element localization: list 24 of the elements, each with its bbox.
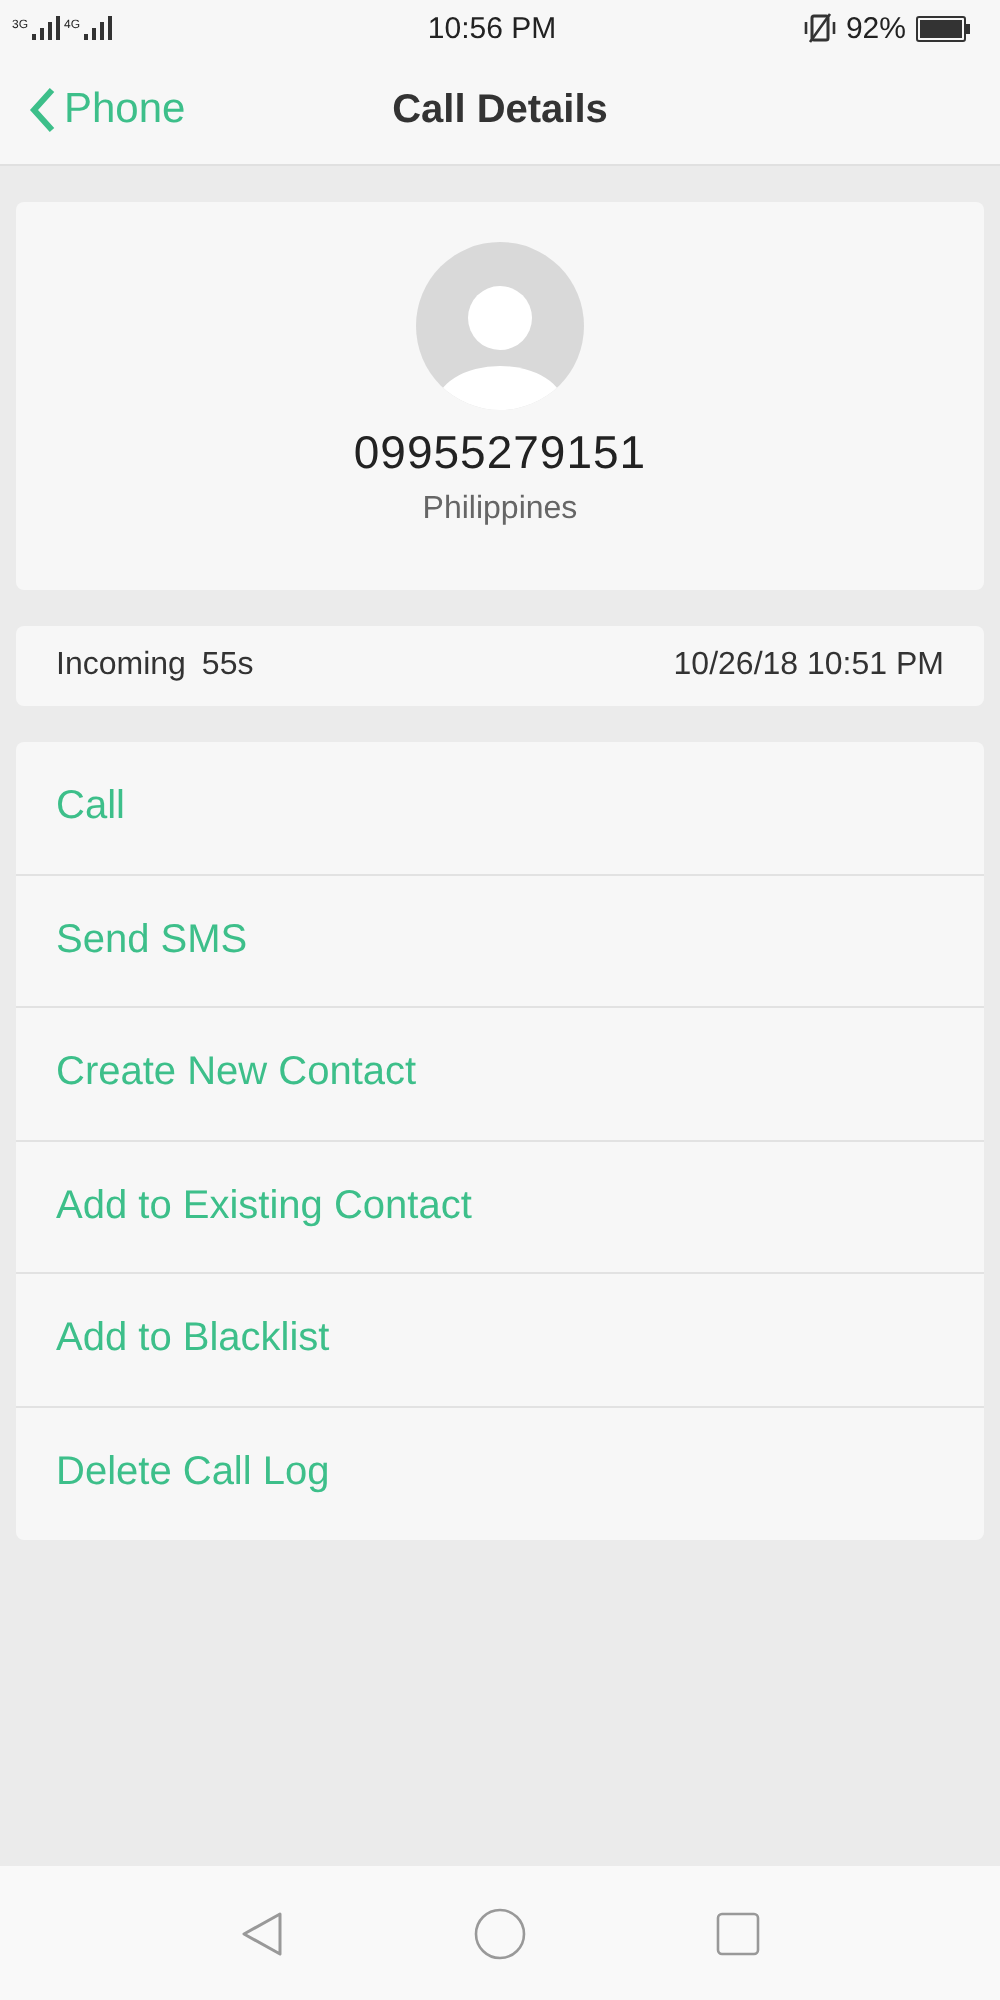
action-item[interactable]: Delete Call Log — [16, 1407, 984, 1540]
signal-icon — [32, 16, 61, 40]
clock: 10:56 PM — [425, 11, 559, 45]
home-nav-icon[interactable] — [474, 1907, 526, 1959]
action-item[interactable]: Create New Contact — [16, 1008, 984, 1141]
action-item[interactable]: Call — [16, 742, 984, 875]
phone-number: 09955279151 — [353, 426, 647, 480]
action-item[interactable]: Add to Existing Contact — [16, 1141, 984, 1274]
location-text: Philippines — [422, 492, 578, 528]
vibrate-icon — [803, 12, 836, 44]
action-item[interactable]: Send SMS — [16, 875, 984, 1008]
call-datetime: 10/26/18 10:51 PM — [673, 648, 944, 684]
back-button[interactable]: Phone — [0, 84, 198, 136]
avatar-icon — [416, 242, 584, 410]
battery-icon — [916, 15, 972, 41]
screen-title: Call Details — [392, 87, 608, 133]
action-item[interactable]: Add to Blacklist — [16, 1274, 984, 1407]
back-nav-icon[interactable] — [240, 1909, 284, 1957]
call-type: Incoming — [56, 648, 186, 684]
call-duration: 55s — [201, 648, 254, 684]
signal-icon — [84, 16, 113, 40]
chevron-left-icon — [28, 86, 56, 134]
recents-nav-icon[interactable] — [716, 1911, 760, 1955]
battery-percentage: 92% — [845, 11, 906, 45]
